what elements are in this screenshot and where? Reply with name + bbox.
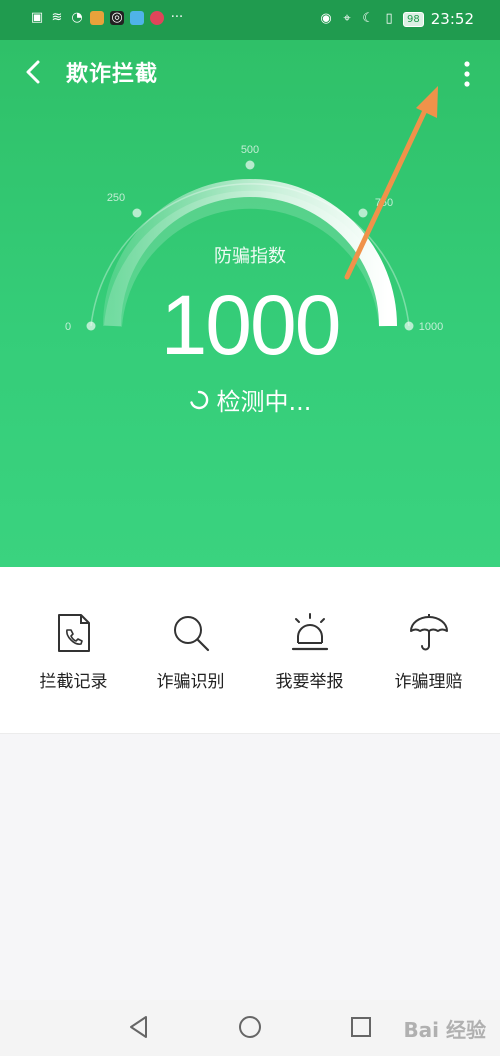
status-time: 23:52 bbox=[430, 10, 474, 28]
quick-action-label: 诈骗理赔 bbox=[394, 672, 463, 692]
more-vertical-icon[interactable] bbox=[455, 58, 479, 90]
speed-icon: ◔ bbox=[71, 10, 83, 25]
quick-action-claim[interactable]: 诈骗理赔 bbox=[366, 613, 491, 692]
status-bar: ▣ ≋ ◔ ◎ ··· ◉ ⌖ ☾ ▯ 98 23:52 bbox=[0, 0, 500, 40]
wifi-icon: ≋ bbox=[51, 10, 63, 25]
app-icon bbox=[90, 11, 104, 25]
tick-dot-500 bbox=[245, 160, 255, 170]
vibrate-icon: ▯ bbox=[385, 11, 393, 26]
back-arrow-icon[interactable] bbox=[22, 58, 46, 86]
gauge-label: 防骗指数 bbox=[214, 246, 286, 267]
tick-dot-250 bbox=[132, 208, 142, 218]
page-title: 欺诈拦截 bbox=[66, 62, 159, 87]
location-icon: ⌖ bbox=[343, 11, 351, 26]
status-right-icons: ◉ ⌖ ☾ ▯ 98 23:52 bbox=[319, 10, 474, 28]
watermark: Bai 经验 bbox=[403, 1018, 486, 1042]
search-icon bbox=[173, 616, 209, 652]
tick-dot-750 bbox=[358, 208, 368, 218]
alarm-icon bbox=[291, 613, 328, 651]
eye-icon: ◉ bbox=[320, 11, 332, 26]
nav-recent-icon[interactable] bbox=[348, 1014, 374, 1040]
camera-icon: ◎ bbox=[110, 10, 124, 25]
tick-label-250: 250 bbox=[107, 192, 125, 204]
quick-action-fraud-identify[interactable]: 诈骗识别 bbox=[128, 613, 253, 692]
tick-label-500: 500 bbox=[241, 144, 259, 156]
call-record-icon bbox=[57, 614, 90, 652]
moon-icon: ☾ bbox=[362, 11, 374, 26]
quick-actions-panel: 拦截记录 诈骗识别 我要举报 诈骗理赔 bbox=[0, 567, 500, 734]
scan-status: 检测中... bbox=[0, 382, 500, 417]
battery-level: 98 bbox=[403, 11, 424, 27]
status-left-icons: ▣ ≋ ◔ ◎ ··· bbox=[30, 11, 184, 25]
quick-action-label: 拦截记录 bbox=[39, 672, 108, 692]
quick-action-label: 诈骗识别 bbox=[156, 672, 225, 692]
nav-home-icon[interactable] bbox=[237, 1014, 263, 1040]
quick-action-report[interactable]: 我要举报 bbox=[247, 613, 372, 692]
scan-status-text: 检测中... bbox=[216, 388, 312, 416]
face-icon bbox=[150, 11, 164, 25]
nav-back-icon[interactable] bbox=[126, 1014, 152, 1040]
quick-action-intercept-record[interactable]: 拦截记录 bbox=[11, 613, 136, 692]
alert-icon: ▣ bbox=[30, 10, 44, 25]
gallery-icon bbox=[130, 11, 144, 25]
gauge-score: 1000 bbox=[160, 278, 342, 372]
quick-action-label: 我要举报 bbox=[275, 672, 344, 692]
tick-label-750: 750 bbox=[375, 197, 393, 209]
umbrella-icon bbox=[409, 614, 448, 651]
loading-spinner-icon bbox=[189, 390, 208, 409]
more-dots-icon: ··· bbox=[170, 10, 184, 25]
